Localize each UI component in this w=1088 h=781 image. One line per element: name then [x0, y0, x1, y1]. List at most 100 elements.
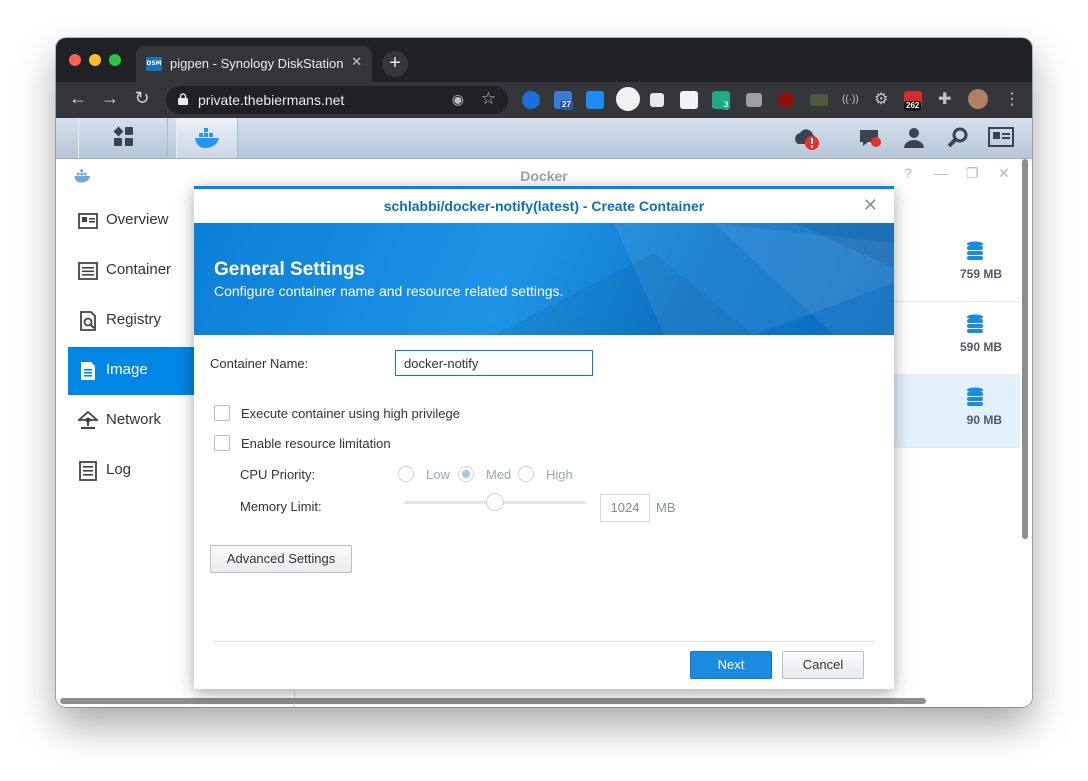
help-icon[interactable]: ? [904, 165, 912, 181]
lock-icon [178, 93, 188, 105]
cpu-med-label: Med [486, 467, 512, 482]
browser-window: DSM pigpen - Synology DiskStation ✕ + ← … [56, 38, 1032, 707]
user-icon[interactable] [902, 126, 926, 155]
image-size: 590 MB [959, 340, 1002, 354]
widgets-icon[interactable] [988, 126, 1014, 153]
vertical-scrollbar[interactable] [1022, 159, 1028, 539]
extension-b-icon[interactable] [650, 93, 664, 107]
extension-d-icon[interactable] [586, 91, 604, 109]
extension-s-icon[interactable]: 3 [712, 91, 731, 110]
extension-badge: 262 [904, 101, 922, 111]
nav-network[interactable]: Network [68, 397, 194, 445]
nav-label: Network [106, 411, 162, 428]
image-row-selected[interactable]: 90 MB [894, 375, 1020, 448]
resource-limit-label: Enable resource limitation [241, 436, 391, 451]
search-icon[interactable] [946, 126, 970, 155]
close-app-icon[interactable]: ✕ [998, 165, 1010, 182]
extension-green-icon[interactable] [810, 94, 828, 106]
image-icon [81, 362, 95, 380]
extension-badge: 3 [722, 100, 731, 110]
nav-registry[interactable]: Registry [68, 297, 194, 345]
avatar[interactable] [968, 89, 988, 109]
cpu-high-radio[interactable] [518, 466, 534, 482]
banner-subtitle: Configure container name and resource re… [214, 283, 564, 299]
cpu-med-radio[interactable] [458, 466, 474, 482]
gear-extension-icon[interactable]: ⚙ [874, 91, 892, 109]
cancel-button[interactable]: Cancel [782, 651, 864, 679]
resource-limit-checkbox[interactable] [214, 435, 230, 451]
banner-heading: General Settings [214, 259, 365, 280]
settings-banner: General Settings Configure container nam… [194, 223, 894, 335]
back-icon[interactable]: ← [66, 88, 90, 109]
forward-icon[interactable]: → [98, 88, 122, 109]
new-tab-button[interactable]: + [382, 51, 408, 77]
main-menu-button[interactable] [78, 118, 168, 158]
database-icon [967, 314, 983, 333]
bookmark-star-icon[interactable]: ☆ [481, 89, 496, 109]
database-icon [967, 387, 983, 406]
high-privilege-checkbox[interactable] [214, 405, 230, 421]
dsm-favicon: DSM [146, 57, 162, 71]
memory-slider-handle[interactable] [486, 493, 504, 511]
overview-icon [78, 213, 98, 229]
container-name-input[interactable] [395, 350, 593, 376]
log-icon [79, 461, 97, 481]
memory-limit-label: Memory Limit: [240, 499, 322, 514]
minimize-window-button[interactable] [89, 54, 101, 66]
container-name-label: Container Name: [210, 356, 309, 371]
chat-notification-icon[interactable] [858, 126, 884, 155]
more-menu-icon[interactable]: ⋮ [1004, 91, 1022, 109]
extension-i-icon[interactable] [680, 91, 698, 109]
image-size: 759 MB [959, 267, 1002, 281]
address-bar[interactable]: private.thebiermans.net ◉ ☆ [166, 86, 508, 114]
nav-label: Image [106, 361, 148, 378]
close-icon[interactable]: ✕ [863, 195, 878, 216]
nav-label: Container [106, 261, 172, 278]
create-container-dialog: schlabbi/docker-notify(latest) - Create … [194, 186, 894, 689]
todoist-icon[interactable]: 262 [904, 91, 922, 111]
dsm-taskbar [56, 118, 1032, 159]
advanced-settings-button[interactable]: Advanced Settings [210, 545, 352, 573]
memory-limit-input[interactable]: 1024 [600, 494, 650, 522]
nav-label: Log [106, 461, 132, 478]
registry-icon [80, 311, 96, 331]
restore-app-icon[interactable]: ❐ [966, 165, 979, 182]
docker-taskbar-button[interactable] [176, 118, 238, 158]
cpu-low-label: Low [426, 467, 450, 482]
dialog-footer-divider [214, 641, 874, 642]
grid-icon [113, 126, 133, 146]
tab-close-icon[interactable]: ✕ [351, 54, 362, 70]
close-window-button[interactable] [69, 54, 81, 66]
minimize-app-icon[interactable]: — [934, 165, 948, 181]
ublock-icon[interactable] [778, 92, 794, 108]
browser-toolbar: ← → ↻ private.thebiermans.net ◉ ☆ 27 3 (… [56, 82, 1032, 118]
nav-container[interactable]: Container [68, 247, 194, 295]
nav-overview[interactable]: Overview [68, 197, 194, 245]
password-manager-icon[interactable] [522, 91, 540, 109]
cpu-priority-label: CPU Priority: [240, 467, 316, 482]
broadcast-icon[interactable]: ((·)) [842, 91, 860, 109]
url-text: private.thebiermans.net [198, 92, 345, 108]
image-row[interactable]: 759 MB [894, 229, 1020, 302]
network-icon [78, 411, 98, 429]
extension-icon[interactable]: 27 [554, 91, 573, 110]
next-button[interactable]: Next [690, 651, 772, 679]
horizontal-scrollbar[interactable] [60, 698, 926, 704]
eye-icon[interactable]: ◉ [452, 91, 464, 108]
memory-unit-label: MB [656, 500, 676, 515]
image-row[interactable]: 590 MB [894, 302, 1020, 375]
reload-icon[interactable]: ↻ [130, 88, 154, 109]
maximize-window-button[interactable] [109, 54, 121, 66]
dialog-title: schlabbi/docker-notify(latest) - Create … [383, 198, 705, 214]
nav-label: Registry [106, 311, 162, 328]
tab-title: pigpen - Synology DiskStation [170, 56, 344, 71]
browser-tab[interactable]: DSM pigpen - Synology DiskStation ✕ [136, 46, 372, 82]
cpu-low-radio[interactable] [398, 466, 414, 482]
camera-icon[interactable] [746, 93, 762, 107]
nav-image[interactable]: Image [68, 347, 194, 395]
docker-whale-icon [195, 128, 219, 148]
extension-round-icon[interactable] [616, 87, 640, 111]
cloud-alert-icon[interactable] [792, 126, 822, 155]
nav-log[interactable]: Log [68, 447, 194, 495]
puzzle-icon[interactable]: ✚ [938, 91, 956, 109]
